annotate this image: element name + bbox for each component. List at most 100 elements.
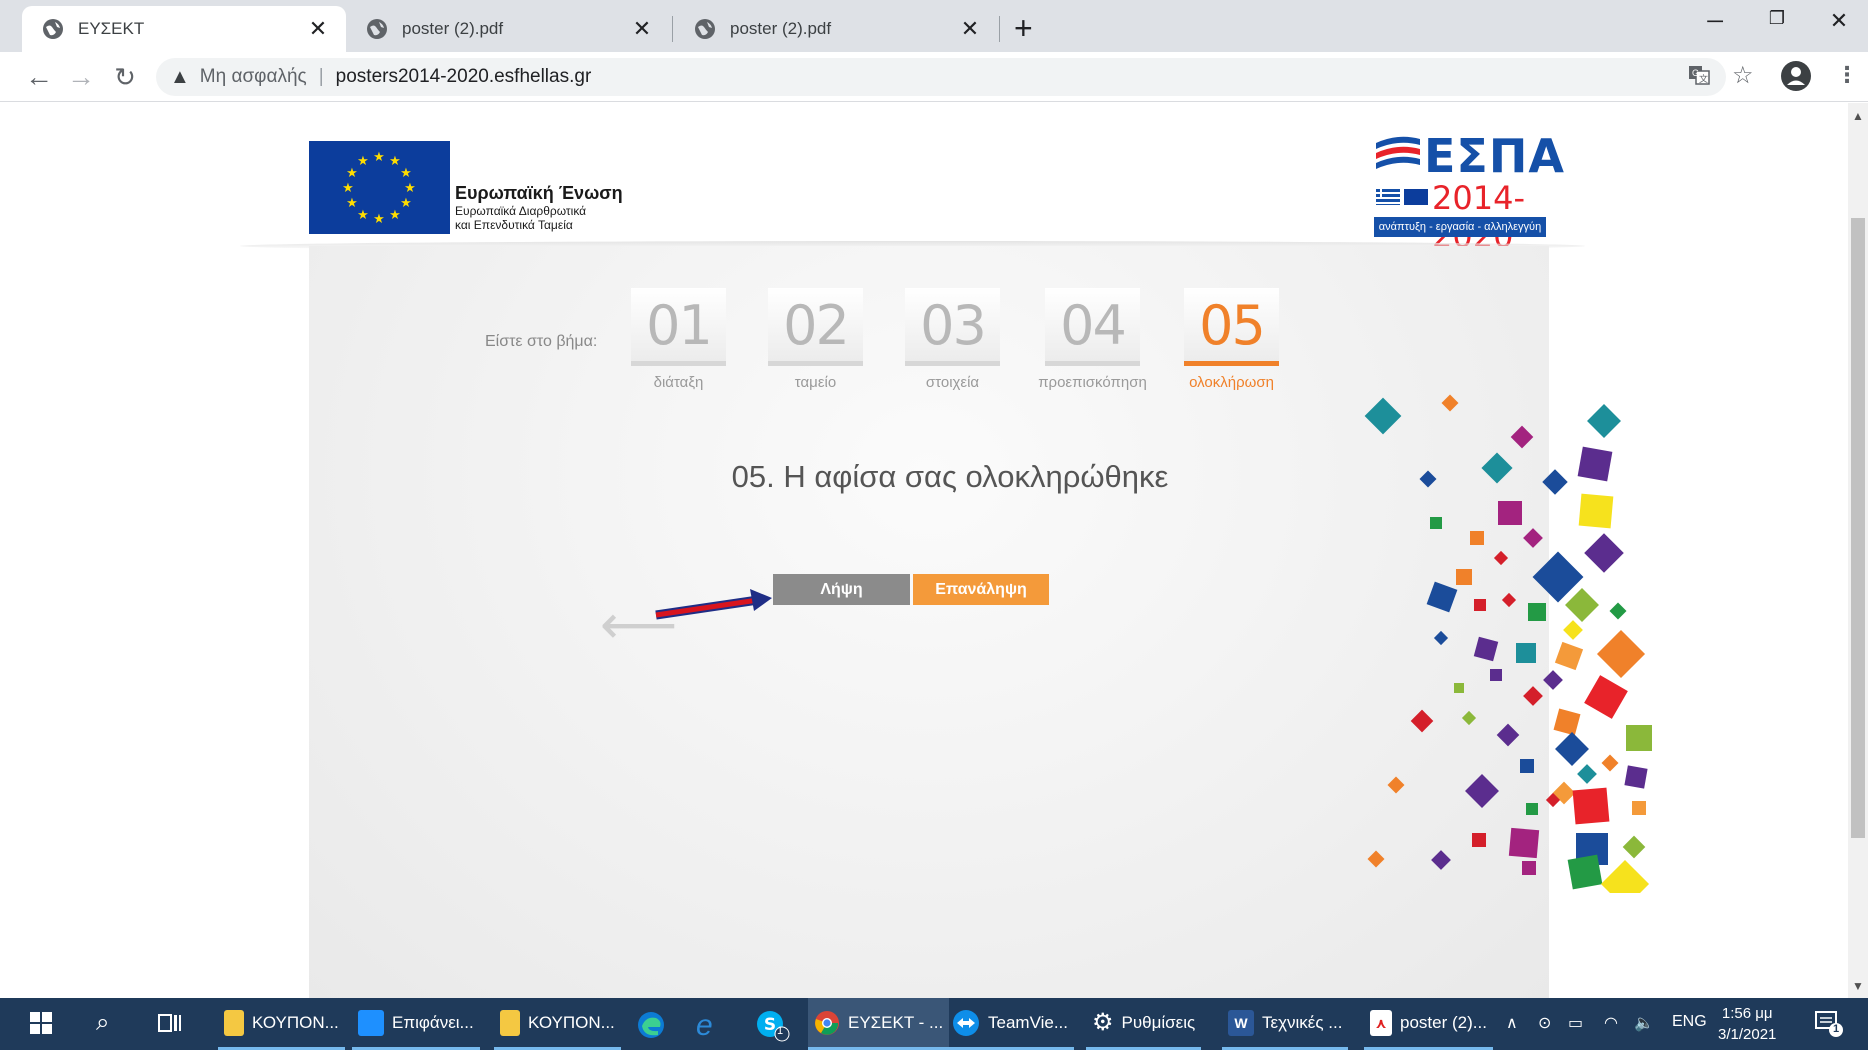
profile-avatar-icon[interactable] — [1780, 60, 1812, 98]
svg-text:★: ★ — [346, 166, 358, 181]
taskbar-item-label: Ρυθμίσεις — [1121, 1012, 1196, 1032]
browser-tab-strip: ΕΥΣΕΚΤ ✕ poster (2).pdf ✕ poster (2).pdf… — [0, 0, 1868, 52]
espa-tagline: ανάπτυξη - εργασία - αλληλεγγύη — [1374, 217, 1546, 237]
scrollbar-thumb[interactable] — [1851, 218, 1865, 838]
svg-text:★: ★ — [357, 154, 369, 169]
globe-icon — [43, 19, 63, 39]
svg-text:★: ★ — [357, 208, 369, 223]
svg-text:★: ★ — [400, 166, 412, 181]
espa-logo: ΕΣΠΑ 2014-2020 ανάπτυξη - εργασία - αλλη… — [1374, 129, 1564, 255]
svg-text:★: ★ — [342, 181, 354, 196]
tab-poster-pdf-2[interactable]: poster (2).pdf ✕ — [674, 6, 998, 52]
security-status[interactable]: Μη ασφαλής — [200, 66, 307, 88]
svg-text:★: ★ — [404, 181, 416, 196]
forward-button[interactable]: → — [64, 60, 98, 94]
step-04[interactable]: 04 προεπισκόπηση — [1038, 288, 1147, 391]
taskbar-item-chrome[interactable]: ΕΥΣΕΚΤ - ... — [808, 998, 950, 1050]
tab-eysekt[interactable]: ΕΥΣΕΚΤ ✕ — [22, 6, 346, 52]
device-icon[interactable]: ⊙ — [1538, 1013, 1551, 1033]
browser-menu-icon[interactable]: ⋮ — [1836, 62, 1858, 88]
settings-icon: ⚙ — [1092, 1009, 1114, 1036]
clock-time: 1:56 μμ — [1721, 1005, 1773, 1022]
search-icon[interactable]: ⌕ — [96, 1009, 109, 1037]
address-separator: | — [318, 66, 324, 87]
decorative-confetti — [1364, 394, 1652, 893]
eu-flag-logo: ★ ★ ★ ★ ★ ★ ★ ★ ★ ★ ★ ★ — [309, 141, 450, 234]
step-name: διάταξη — [653, 374, 704, 391]
close-tab-icon[interactable]: ✕ — [958, 16, 982, 42]
taskbar-item-label: ΕΥΣΕΚΤ - ... — [848, 1012, 944, 1032]
step-name: ταμείο — [794, 374, 837, 391]
minimize-button[interactable]: ─ — [1690, 8, 1740, 34]
skype-badge: 1 — [777, 1025, 784, 1037]
taskbar-item-desktop[interactable]: Επιφάνει... — [352, 998, 480, 1050]
svg-text:★: ★ — [400, 196, 412, 211]
taskbar-item-folder-1[interactable]: ΚΟΥΠΟΝ... — [218, 998, 345, 1050]
notifications-icon[interactable]: 1 — [1814, 1010, 1844, 1043]
new-tab-button[interactable]: + — [1014, 12, 1033, 44]
skype-icon[interactable]: S 1 — [756, 1010, 790, 1048]
teamviewer-icon — [953, 1009, 979, 1036]
bookmark-star-icon[interactable]: ☆ — [1732, 61, 1754, 90]
svg-text:★: ★ — [373, 212, 385, 227]
espa-word: ΕΣΠΑ — [1424, 129, 1565, 183]
globe-icon — [367, 19, 387, 39]
taskbar-item-word[interactable]: W Τεχνικές ... — [1222, 998, 1349, 1050]
address-bar[interactable]: ▲ Μη ασφαλής | posters2014-2020.esfhella… — [156, 58, 1726, 96]
tab-separator — [672, 16, 673, 42]
taskbar-item-pdf[interactable]: ⋏ poster (2)... — [1364, 998, 1493, 1050]
steps-label: Είστε στο βήμα: — [485, 333, 598, 350]
repeat-button[interactable]: Επανάληψη — [913, 574, 1049, 605]
language-indicator[interactable]: ENG — [1672, 1013, 1707, 1031]
step-05[interactable]: 05 ολοκλήρωση — [1184, 288, 1279, 391]
volume-icon[interactable]: 🔈 — [1634, 1013, 1654, 1033]
page-viewport: ★ ★ ★ ★ ★ ★ ★ ★ ★ ★ ★ ★ Ευρωπαϊκή Ένωση Ευρωπαϊκ… — [0, 103, 1848, 998]
step-number: 04 — [1045, 288, 1140, 366]
internet-explorer-icon[interactable]: e — [696, 1009, 713, 1043]
page-scrollbar[interactable]: ▲ ▼ — [1848, 103, 1868, 998]
espa-flag-stripes-icon — [1376, 136, 1420, 169]
close-tab-icon[interactable]: ✕ — [630, 16, 654, 42]
edge-icon[interactable] — [636, 1010, 666, 1046]
close-window-button[interactable]: ✕ — [1814, 8, 1864, 34]
eu-subtitle-line1: Ευρωπαϊκά Διαρθρωτικά — [455, 204, 587, 218]
globe-icon — [695, 19, 715, 39]
scroll-up-icon[interactable]: ▲ — [1852, 109, 1864, 123]
tab-title: poster (2).pdf — [402, 19, 504, 38]
step-name: ολοκλήρωση — [1189, 374, 1274, 391]
restore-button[interactable]: ❐ — [1752, 8, 1802, 29]
step-number: 03 — [905, 288, 1000, 366]
download-button[interactable]: Λήψη — [773, 574, 910, 605]
desktop-icon — [358, 1009, 384, 1036]
word-icon: W — [1228, 1009, 1254, 1036]
taskbar-item-label: poster (2)... — [1400, 1012, 1487, 1032]
url-text[interactable]: posters2014-2020.esfhellas.gr — [336, 66, 592, 88]
step-02[interactable]: 02 ταμείο — [768, 288, 863, 391]
translate-icon[interactable]: 文G — [1688, 64, 1710, 92]
completion-headline: 05. Η αφίσα σας ολοκληρώθηκε — [731, 459, 1169, 494]
task-view-icon[interactable] — [158, 1012, 182, 1040]
taskbar-item-settings[interactable]: ⚙ Ρυθμίσεις — [1086, 998, 1202, 1050]
step-01[interactable]: 01 διάταξη — [631, 288, 726, 391]
step-03[interactable]: 03 στοιχεία — [905, 288, 1000, 391]
tab-poster-pdf-1[interactable]: poster (2).pdf ✕ — [346, 6, 670, 52]
pdf-icon: ⋏ — [1370, 1009, 1392, 1036]
battery-icon[interactable]: ▭ — [1568, 1013, 1583, 1033]
back-button[interactable]: ← — [22, 60, 56, 94]
step-number: 02 — [768, 288, 863, 366]
reload-button[interactable]: ↻ — [108, 60, 142, 94]
svg-text:G: G — [1692, 68, 1699, 78]
show-hidden-icons-chevron-icon[interactable]: ∧ — [1506, 1013, 1518, 1033]
tab-title: poster (2).pdf — [730, 19, 832, 38]
windows-start-button[interactable] — [30, 1012, 52, 1040]
eu-logo-text: Ευρωπαϊκή Ένωση Ευρωπαϊκά Διαρθρωτικά κα… — [455, 183, 623, 232]
taskbar-item-folder-2[interactable]: ΚΟΥΠΟΝ... — [494, 998, 621, 1050]
wifi-icon[interactable]: ◠ — [1604, 1013, 1618, 1033]
scroll-down-icon[interactable]: ▼ — [1852, 979, 1864, 993]
svg-text:★: ★ — [389, 208, 401, 223]
taskbar-item-label: Επιφάνει... — [392, 1012, 474, 1032]
taskbar-clock[interactable]: 1:56 μμ 3/1/2021 — [1718, 1003, 1776, 1045]
close-tab-icon[interactable]: ✕ — [306, 16, 330, 42]
warning-icon[interactable]: ▲ — [170, 66, 190, 89]
taskbar-item-teamviewer[interactable]: TeamVie... — [946, 998, 1075, 1050]
